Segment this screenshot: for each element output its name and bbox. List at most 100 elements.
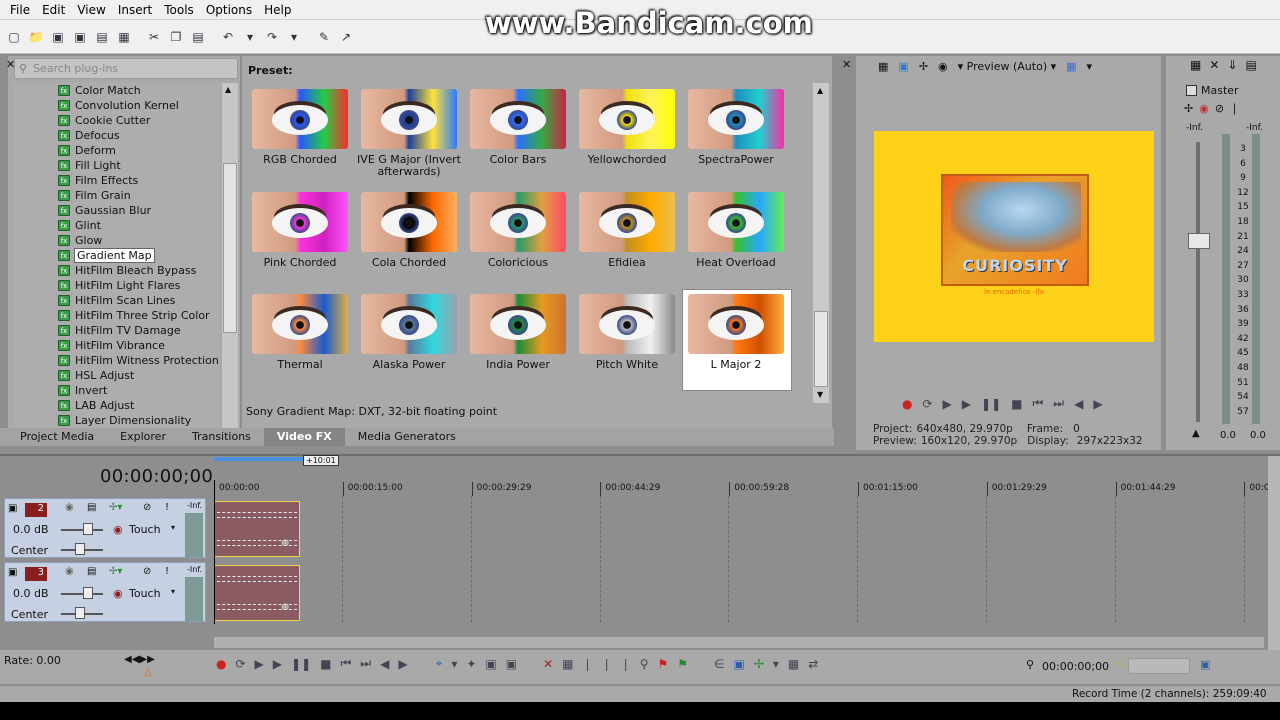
menu-options[interactable]: Options [200, 3, 258, 17]
master-fx-icon[interactable]: ✢ [1184, 102, 1193, 115]
preview-properties-icon[interactable]: ▦ [878, 60, 888, 73]
plugin-tree-item[interactable]: fx Fill Light [14, 158, 220, 173]
menu-edit[interactable]: Edit [36, 3, 71, 17]
trim-end-icon[interactable]: ❘ [602, 657, 612, 671]
envelope-tool-icon[interactable]: ✦ [466, 657, 476, 671]
pause-icon[interactable]: ❚❚ [981, 397, 1001, 411]
menu-insert[interactable]: Insert [112, 3, 158, 17]
preview-fx-icon[interactable]: ✢ [919, 60, 928, 73]
snapping-icon[interactable]: ∈ [714, 657, 724, 671]
preset-thumbnail[interactable] [252, 294, 348, 354]
mixer-properties-icon[interactable]: ▦ [1190, 58, 1201, 72]
cursor-time[interactable]: 00:00:00;00 [1042, 660, 1109, 673]
plugin-tree-item[interactable]: fx Film Effects [14, 173, 220, 188]
track-expand-icon[interactable]: ▣ [8, 503, 17, 514]
tree-scrollbar[interactable]: ▲ [222, 83, 238, 428]
menu-view[interactable]: View [71, 3, 111, 17]
close-preview-icon[interactable]: ✕ [842, 58, 851, 71]
go-to-end-icon[interactable]: ⏭ [1053, 396, 1064, 411]
track-header-3[interactable]: ▣ 3 ◉ ▤ ✢▾ ⊘ ! 0.0 dB ◉ Touch ▾ Center -… [4, 562, 206, 622]
redo-dropdown-icon[interactable]: ▾ [284, 27, 304, 47]
volume-slider[interactable] [83, 587, 93, 599]
preset-scrollbar[interactable]: ▲ ▼ [813, 83, 829, 403]
undo-icon[interactable]: ↶ [218, 27, 238, 47]
master-fader-knob[interactable] [1188, 233, 1210, 249]
stop-icon[interactable]: ■ [320, 657, 331, 671]
timeline-vscrollbar[interactable] [1268, 456, 1280, 650]
downmix-icon[interactable]: ✕ [1209, 58, 1219, 72]
timeline-hscrollbar[interactable] [214, 637, 1264, 648]
preset-thumbnail[interactable] [579, 294, 675, 354]
volume-slider[interactable] [83, 523, 93, 535]
redo-icon[interactable]: ↷ [262, 27, 282, 47]
automation-mode[interactable]: Touch [129, 587, 161, 600]
undo-dropdown-icon[interactable]: ▾ [240, 27, 260, 47]
preset-thumbnail[interactable] [579, 89, 675, 149]
preset-thumbnail[interactable] [688, 89, 784, 149]
track-fx-icon[interactable]: ▤ [87, 566, 96, 577]
play-from-start-icon[interactable]: ▶ [943, 397, 952, 411]
selection-length-field[interactable] [1128, 658, 1190, 674]
plugin-tree-item[interactable]: fx HitFilm Light Flares [14, 278, 220, 293]
plugin-tree-item[interactable]: fx Gradient Map [14, 248, 220, 263]
play-icon[interactable]: ▶ [273, 657, 282, 671]
trim-start-icon[interactable]: ❘ [583, 657, 593, 671]
auto-crossfade-icon[interactable]: ▣ [733, 657, 744, 671]
tab-media-generators[interactable]: Media Generators [345, 428, 469, 446]
plugin-tree-item[interactable]: fx Gaussian Blur [14, 203, 220, 218]
plugin-tree-item[interactable]: fx Deform [14, 143, 220, 158]
tab-explorer[interactable]: Explorer [107, 428, 179, 446]
record-icon[interactable]: ● [902, 397, 912, 411]
dim-output-icon[interactable]: ⇓ [1227, 58, 1237, 72]
plugin-tree-item[interactable]: fx Convolution Kernel [14, 98, 220, 113]
next-frame-icon[interactable]: ▶ [398, 657, 407, 671]
external-monitor-icon[interactable]: ▣ [898, 60, 908, 73]
mode-dropdown-icon[interactable]: ▾ [171, 587, 175, 596]
plugin-tree-item[interactable]: fx HitFilm Scan Lines [14, 293, 220, 308]
plugin-tree-item[interactable]: fx HitFilm Witness Protection [14, 353, 220, 368]
plugin-tree-item[interactable]: fx HitFilm Bleach Bypass [14, 263, 220, 278]
solo-icon[interactable]: ! [165, 566, 169, 577]
master-mute-icon[interactable]: ◉ [1199, 102, 1209, 115]
plugin-tree-item[interactable]: fx Glow [14, 233, 220, 248]
plugin-tree-item[interactable]: fx Cookie Cutter [14, 113, 220, 128]
playhead[interactable] [214, 480, 215, 624]
overlays-dropdown-icon[interactable]: ▾ [1087, 60, 1093, 73]
plugin-tree-item[interactable]: fx HitFilm Three Strip Color [14, 308, 220, 323]
loop-icon[interactable]: ⟳ [235, 657, 245, 671]
delete-icon[interactable]: ✕ [543, 657, 553, 671]
preset-scroll-thumb[interactable] [814, 311, 828, 387]
loop-icon[interactable]: ⟳ [922, 397, 932, 411]
mute-icon[interactable]: ⊘ [143, 502, 151, 513]
ripple-edit-icon[interactable]: ✢ [754, 657, 764, 671]
selection-tool-icon[interactable]: ▣ [485, 657, 496, 671]
menu-help[interactable]: Help [258, 3, 297, 17]
plugin-tree-item[interactable]: fx Invert [14, 383, 220, 398]
properties-icon[interactable]: ▦ [114, 27, 134, 47]
menu-tools[interactable]: Tools [158, 3, 200, 17]
cut-icon[interactable]: ✂ [144, 27, 164, 47]
mixer-menu-icon[interactable]: ▤ [1245, 58, 1256, 72]
preset-thumbnail[interactable] [361, 89, 457, 149]
stop-icon[interactable]: ■ [1011, 397, 1022, 411]
copy-icon[interactable]: ❐ [166, 27, 186, 47]
prev-frame-icon[interactable]: ◀ [1074, 397, 1083, 411]
touch-icon[interactable]: ◉ [113, 523, 123, 536]
normal-edit-tool-icon[interactable]: ⌖ [436, 656, 443, 671]
mode-dropdown-icon[interactable]: ▾ [171, 523, 175, 532]
prev-frame-icon[interactable]: ◀ [380, 657, 389, 671]
solo-icon[interactable]: ! [165, 502, 169, 513]
tab-transitions[interactable]: Transitions [179, 428, 264, 446]
arm-record-icon[interactable]: ◉ [65, 502, 74, 513]
preset-thumbnail[interactable] [688, 192, 784, 252]
mute-icon[interactable]: ⊘ [143, 566, 151, 577]
save-icon[interactable]: ▣ [48, 27, 68, 47]
go-to-end-icon[interactable]: ⏭ [360, 656, 371, 671]
preview-mode-dropdown[interactable]: ▾ Preview (Auto) ▾ [958, 60, 1057, 73]
preset-thumbnail[interactable] [579, 192, 675, 252]
plugin-tree-item[interactable]: fx HitFilm Vibrance [14, 338, 220, 353]
plugin-tree-item[interactable]: fx Layer Dimensionality [14, 413, 220, 428]
plugin-tree-item[interactable]: fx Color Match [14, 83, 220, 98]
preset-thumbnail[interactable] [470, 192, 566, 252]
paste-icon[interactable]: ▤ [188, 27, 208, 47]
